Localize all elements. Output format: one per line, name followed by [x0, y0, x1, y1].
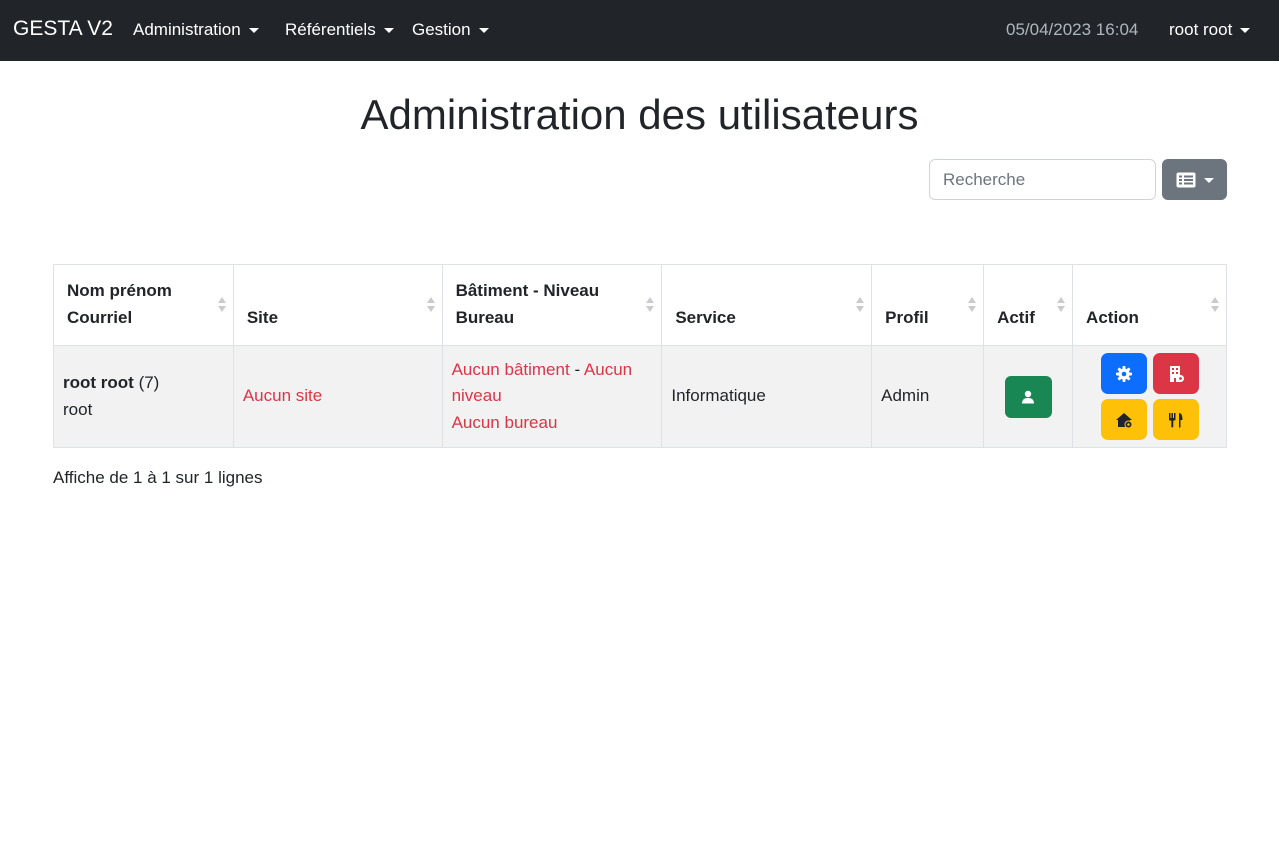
sort-icon [217, 297, 227, 313]
user-full-name: root root [63, 373, 134, 392]
user-icon [1022, 390, 1035, 403]
caret-down-icon [1240, 28, 1251, 33]
sort-icon [1211, 297, 1220, 313]
gear-icon [1115, 365, 1132, 382]
home-settings-button[interactable] [1100, 399, 1147, 440]
user-menu-label: root root [1169, 20, 1233, 39]
sort-icon [426, 297, 436, 313]
building-button[interactable] [1152, 353, 1199, 394]
header-action[interactable]: Action [1072, 264, 1227, 346]
caret-down-icon [478, 28, 489, 33]
user-email: root [63, 399, 93, 419]
sort-icon [856, 297, 865, 313]
users-table: Nom prénom Courriel Site Bâtiment - Nive… [53, 264, 1227, 448]
cell-actions [1072, 345, 1227, 448]
sort-icon [1057, 297, 1066, 313]
header-email-label: Courriel [67, 308, 133, 327]
caret-down-icon [1203, 177, 1214, 183]
settings-button[interactable] [1100, 353, 1147, 394]
current-datetime: 05/04/2023 16:04 [1006, 20, 1139, 39]
menu-gestion-label: Gestion [412, 20, 471, 39]
sort-icon [646, 297, 655, 313]
cell-service: Informatique [661, 345, 873, 448]
cell-site: Aucun site [232, 345, 443, 448]
header-site[interactable]: Site [232, 264, 443, 346]
user-id: (7) [138, 373, 160, 392]
header-service[interactable]: Service [661, 264, 873, 346]
menu-gestion[interactable]: Gestion [412, 20, 489, 40]
active-toggle-button[interactable] [1004, 375, 1052, 418]
column-toggle-button[interactable] [1162, 159, 1227, 200]
header-building[interactable]: Bâtiment - Niveau Bureau [441, 264, 663, 346]
header-office-label: Bureau [455, 308, 515, 327]
caret-down-icon [248, 28, 259, 33]
restaurant-button[interactable] [1152, 399, 1199, 440]
cell-building: Aucun bâtiment - Aucun niveau Aucun bure… [441, 345, 663, 448]
header-building-label: Bâtiment - Niveau [455, 281, 600, 300]
header-profile[interactable]: Profil [871, 264, 985, 346]
user-menu[interactable]: root root [1169, 20, 1251, 40]
caret-down-icon [383, 28, 394, 33]
header-name-label: Nom prénom [67, 281, 172, 300]
header-name-email[interactable]: Nom prénom Courriel [53, 264, 234, 346]
table-row: root root (7) root Aucun site Aucun bâti… [53, 345, 1227, 448]
header-active[interactable]: Actif [983, 264, 1074, 346]
menu-administration-label: Administration [133, 20, 241, 39]
utensils-icon [1168, 412, 1183, 427]
page-title: Administration des utilisateurs [360, 91, 919, 138]
building-value: Aucun bâtiment [451, 359, 570, 379]
cell-active [983, 345, 1074, 448]
header-action-label: Action [1086, 308, 1139, 327]
header-site-label: Site [246, 308, 279, 327]
cell-profile: Admin [871, 345, 985, 448]
header-active-label: Actif [997, 308, 1035, 327]
building-separator: - [574, 359, 581, 379]
header-service-label: Service [675, 308, 736, 327]
office-value: Aucun bureau [451, 412, 558, 432]
sort-icon [968, 297, 977, 313]
house-gear-icon [1115, 412, 1133, 428]
search-input[interactable] [929, 159, 1156, 200]
menu-referentiels[interactable]: Référentiels [285, 20, 394, 40]
menu-referentiels-label: Référentiels [285, 20, 376, 39]
list-icon [1176, 172, 1195, 187]
building-icon [1169, 365, 1184, 382]
top-navbar: GESTA V2 Administration Référentiels Ges… [0, 0, 1279, 61]
pagination-info: Affiche de 1 à 1 sur 1 lignes [53, 468, 263, 487]
app-brand[interactable]: GESTA V2 [13, 17, 113, 41]
header-profile-label: Profil [885, 308, 929, 327]
menu-administration[interactable]: Administration [133, 20, 259, 40]
cell-name-email: root root (7) root [53, 345, 234, 448]
table-header-row: Nom prénom Courriel Site Bâtiment - Nive… [53, 264, 1227, 346]
